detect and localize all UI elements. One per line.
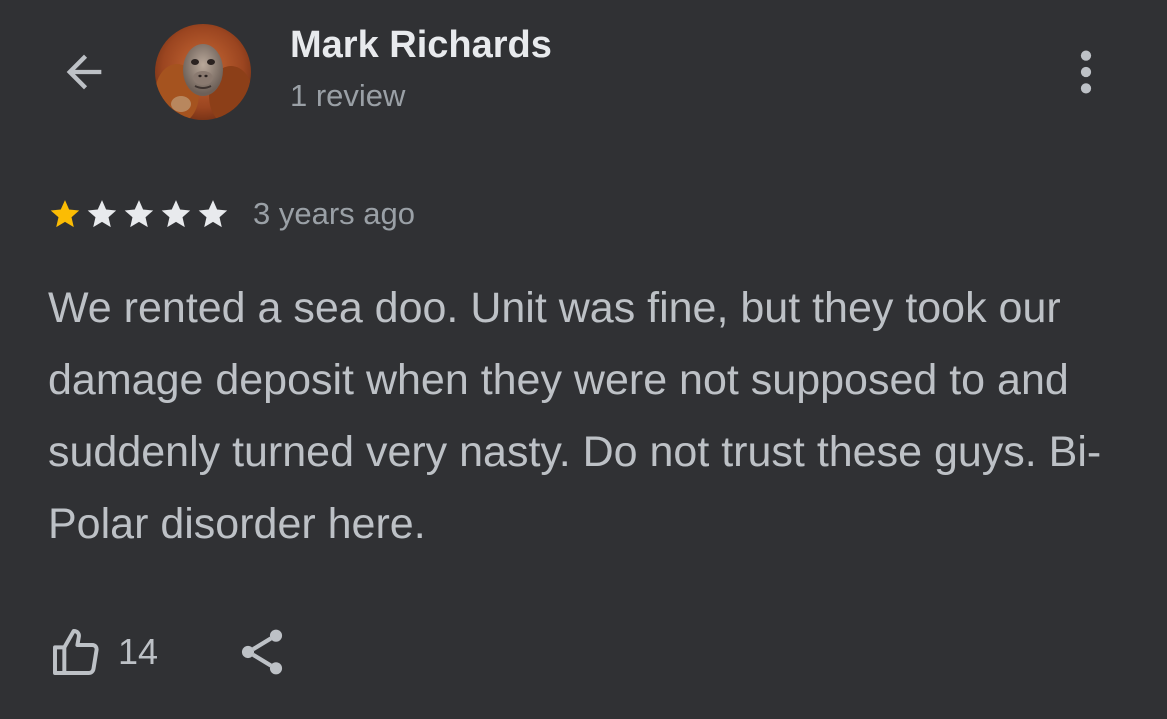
more-vert-icon bbox=[1080, 50, 1092, 94]
avatar[interactable] bbox=[155, 24, 251, 120]
share-button[interactable] bbox=[234, 624, 290, 680]
review-text: We rented a sea doo. Unit was fine, but … bbox=[48, 284, 1102, 548]
star-empty-icon bbox=[87, 200, 117, 228]
like-count: 14 bbox=[118, 631, 159, 672]
arrow-back-icon bbox=[66, 54, 102, 90]
star-empty-icon bbox=[161, 200, 191, 228]
star-rating bbox=[48, 197, 233, 231]
thumb-up-icon bbox=[53, 629, 99, 675]
reviewer-name[interactable]: Mark Richards bbox=[290, 24, 552, 67]
review-count: 1 review bbox=[290, 78, 406, 113]
share-icon bbox=[241, 629, 283, 675]
rating-row: 3 years ago bbox=[48, 192, 415, 236]
more-options-button[interactable] bbox=[1058, 40, 1114, 104]
back-button[interactable] bbox=[52, 40, 116, 104]
review-actions: 14 bbox=[48, 620, 290, 684]
star-filled-icon bbox=[50, 200, 80, 228]
star-empty-icon bbox=[124, 200, 154, 228]
star-empty-icon bbox=[198, 200, 228, 228]
like-button[interactable]: 14 bbox=[48, 624, 158, 680]
review-time: 3 years ago bbox=[253, 196, 415, 231]
